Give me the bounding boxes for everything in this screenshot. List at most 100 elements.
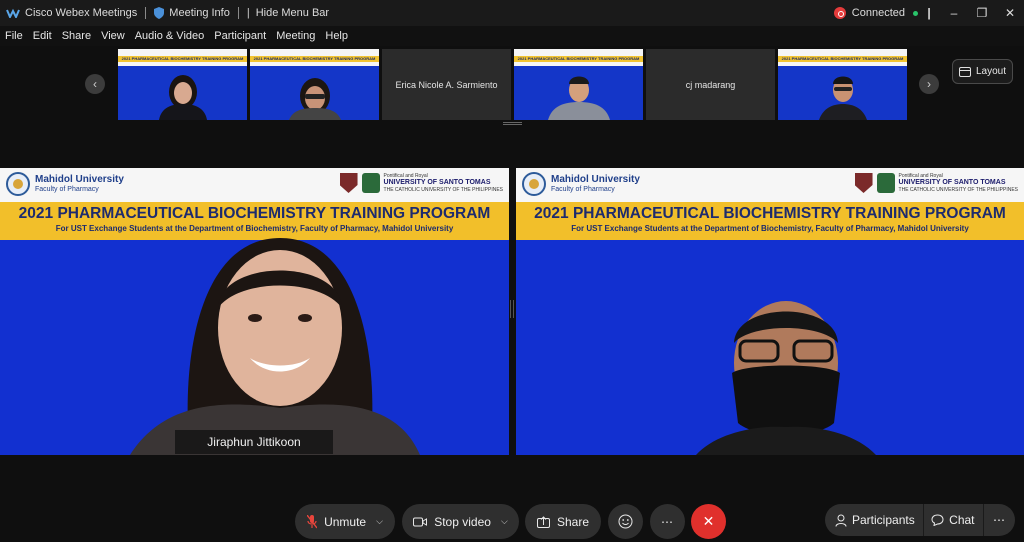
chevron-down-icon[interactable]: ⌵ [376, 516, 383, 527]
share-button[interactable]: Share [525, 504, 601, 539]
webex-logo-icon [6, 8, 20, 18]
thumbnail-video[interactable]: 2021 PHARMACEUTICAL BIOCHEMISTRY TRAININ… [778, 49, 907, 120]
menu-edit[interactable]: Edit [28, 30, 57, 42]
title-separator [145, 7, 147, 19]
more-panels-button[interactable]: ⋯ [983, 504, 1015, 536]
chevron-down-icon[interactable]: ⌵ [501, 516, 508, 527]
reactions-button[interactable] [608, 504, 643, 539]
thumbnail-name[interactable]: cj madarang [646, 49, 775, 120]
thumbnail-video[interactable]: 2021 PHARMACEUTICAL BIOCHEMISTRY TRAININ… [250, 49, 379, 120]
more-dots-icon: ⋯ [661, 514, 674, 529]
minimize-icon[interactable]: – [940, 6, 968, 20]
panel-controls: Participants Chat ⋯ [825, 504, 1015, 536]
end-meeting-button[interactable]: ✕ [691, 504, 726, 539]
program-title: 2021 PHARMACEUTICAL BIOCHEMISTRY TRAININ… [534, 205, 1006, 222]
title-bar: Cisco Webex Meetings Meeting Info | Hide… [0, 0, 1024, 26]
partner-university: Pontifical and Royal UNIVERSITY OF SANTO… [384, 173, 503, 193]
mini-banner-title: 2021 PHARMACEUTICAL BIOCHEMISTRY TRAININ… [517, 56, 640, 61]
participants-icon [835, 514, 847, 527]
app-name: Cisco Webex Meetings [25, 7, 138, 19]
mini-banner: 2021 PHARMACEUTICAL BIOCHEMISTRY TRAININ… [778, 49, 907, 66]
mini-banner: 2021 PHARMACEUTICAL BIOCHEMISTRY TRAININ… [250, 49, 379, 66]
thumbnail-name[interactable]: Erica Nicole A. Sarmiento [382, 49, 511, 120]
menu-file[interactable]: File [0, 30, 28, 42]
menu-meeting[interactable]: Meeting [271, 30, 320, 42]
shield-icon [154, 7, 165, 19]
ust-crest-icon [854, 173, 873, 193]
program-banner: Mahidol University Faculty of Pharmacy P… [516, 168, 1024, 240]
more-dots-icon: ⋯ [993, 513, 1005, 527]
program-subtitle: For UST Exchange Students at the Departm… [571, 224, 969, 233]
video-camera-icon [413, 517, 428, 527]
mini-banner: 2021 PHARMACEUTICAL BIOCHEMISTRY TRAININ… [514, 49, 643, 66]
menu-audio-video[interactable]: Audio & Video [130, 30, 210, 42]
chevron-left-icon: ‹ [93, 77, 97, 91]
partner-name: UNIVERSITY OF SANTO TOMAS [383, 179, 491, 186]
title-separator [237, 7, 239, 19]
unmute-button[interactable]: Unmute ⌵ [295, 504, 395, 539]
participant-video-feed [288, 78, 341, 120]
participant-video-feed [547, 76, 610, 120]
restore-icon[interactable]: ❐ [968, 6, 996, 20]
partner-name: UNIVERSITY OF SANTO TOMAS [898, 179, 1006, 186]
university-name: Mahidol University [551, 174, 640, 185]
participant-video-feed [130, 238, 420, 455]
chevron-right-icon: › [927, 77, 931, 91]
participant-name-tag: Jiraphun Jittikoon [175, 430, 333, 454]
mahidol-seal-icon [6, 172, 30, 196]
main-video-left[interactable]: Mahidol University Faculty of Pharmacy P… [0, 168, 509, 455]
mini-banner: 2021 PHARMACEUTICAL BIOCHEMISTRY TRAININ… [118, 49, 247, 66]
partner-tagline: THE CATHOLIC UNIVERSITY OF THE PHILIPPIN… [383, 187, 503, 193]
close-icon[interactable]: ✕ [996, 6, 1024, 20]
menu-view[interactable]: View [96, 30, 130, 42]
partner-tagline: THE CATHOLIC UNIVERSITY OF THE PHILIPPIN… [898, 187, 1018, 193]
bar-icon: | [246, 7, 250, 19]
layout-button[interactable]: Layout [952, 59, 1013, 84]
mini-banner-title: 2021 PHARMACEUTICAL BIOCHEMISTRY TRAININ… [781, 56, 904, 61]
participant-video-feed [696, 301, 876, 455]
share-label: Share [556, 514, 590, 529]
participants-label: Participants [852, 513, 915, 527]
ust-crest-icon [339, 173, 358, 193]
participants-button[interactable]: Participants [825, 504, 923, 536]
pharmacy-logo-icon [361, 173, 380, 193]
faculty-name: Faculty of Pharmacy [35, 186, 99, 193]
app-title: Cisco Webex Meetings [0, 0, 143, 26]
menu-toggle-icon[interactable]: | [918, 6, 940, 20]
hide-menu-bar-button[interactable]: | Hide Menu Bar [241, 0, 335, 26]
muted-mic-icon [307, 514, 318, 529]
participant-name: Erica Nicole A. Sarmiento [395, 79, 498, 90]
filmstrip-next-button[interactable]: › [919, 74, 939, 94]
connection-status: Connected [851, 7, 905, 19]
partner-university: Pontifical and Royal UNIVERSITY OF SANTO… [899, 173, 1018, 193]
close-x-icon: ✕ [702, 513, 715, 529]
menu-bar: File Edit Share View Audio & Video Parti… [0, 26, 1024, 46]
connection-status-icon [833, 7, 846, 19]
menu-share[interactable]: Share [57, 30, 96, 42]
filmstrip-prev-button[interactable]: ‹ [85, 74, 105, 94]
chat-bubble-icon [931, 514, 944, 526]
filmstrip-resize-handle[interactable] [503, 122, 522, 125]
meeting-info-label: Meeting Info [169, 7, 230, 19]
participant-video-feed [158, 75, 207, 120]
thumbnail-video[interactable]: 2021 PHARMACEUTICAL BIOCHEMISTRY TRAININ… [514, 49, 643, 120]
chat-label: Chat [949, 513, 975, 527]
unmute-label: Unmute [324, 514, 367, 529]
stop-video-label: Stop video [434, 514, 491, 529]
mini-banner-title: 2021 PHARMACEUTICAL BIOCHEMISTRY TRAININ… [121, 56, 244, 61]
smiley-icon [618, 514, 633, 529]
more-options-button[interactable]: ⋯ [650, 504, 685, 539]
pharmacy-logo-icon [876, 173, 895, 193]
faculty-name: Faculty of Pharmacy [551, 186, 615, 193]
meeting-info-button[interactable]: Meeting Info [148, 0, 236, 26]
main-video-right[interactable]: Mahidol University Faculty of Pharmacy P… [516, 168, 1024, 455]
stop-video-button[interactable]: Stop video ⌵ [402, 504, 519, 539]
participant-name: cj madarang [685, 79, 736, 90]
chat-button[interactable]: Chat [923, 504, 982, 536]
mini-banner-title: 2021 PHARMACEUTICAL BIOCHEMISTRY TRAININ… [253, 56, 376, 61]
thumbnail-video[interactable]: 2021 PHARMACEUTICAL BIOCHEMISTRY TRAININ… [118, 49, 247, 120]
hide-menu-label: Hide Menu Bar [255, 7, 330, 19]
menu-help[interactable]: Help [320, 30, 353, 42]
menu-participant[interactable]: Participant [209, 30, 271, 42]
video-split-handle[interactable] [510, 300, 514, 318]
